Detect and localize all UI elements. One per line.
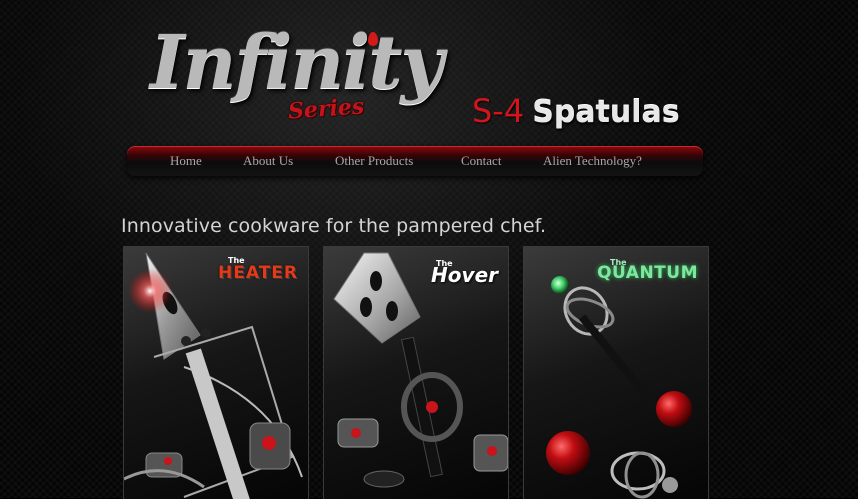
product-code: S-4 (472, 92, 525, 130)
product-card-quantum[interactable]: The QUANTUM (523, 246, 709, 499)
main-navigation: Home About Us Other Products Contact Ali… (127, 146, 703, 176)
quantum-spatula-image (546, 276, 692, 499)
infinity-series-logo[interactable]: Infinity Series (150, 18, 443, 130)
card-title-hover: Hover (431, 263, 498, 287)
heater-spatula-image (124, 252, 303, 499)
page-title: S-4 Spatulas (472, 92, 680, 132)
card-title-quantum: QUANTUM (597, 263, 698, 283)
product-card-heater[interactable]: The HEATER (123, 246, 309, 499)
logo-wordmark: Infinity (150, 20, 443, 106)
tagline: Innovative cookware for the pampered che… (121, 215, 547, 237)
nav-other-products[interactable]: Other Products (335, 153, 413, 171)
logo-subtitle: Series (287, 93, 366, 125)
product-card-hover[interactable]: The Hover (323, 246, 509, 499)
nav-contact[interactable]: Contact (461, 153, 501, 171)
nav-alien-technology[interactable]: Alien Technology? (543, 153, 642, 171)
card-title-heater: HEATER (218, 263, 298, 283)
product-name: Spatulas (532, 95, 680, 130)
nav-home[interactable]: Home (170, 153, 202, 171)
nav-about-us[interactable]: About Us (243, 153, 293, 171)
logo-droplet-icon (368, 32, 378, 46)
